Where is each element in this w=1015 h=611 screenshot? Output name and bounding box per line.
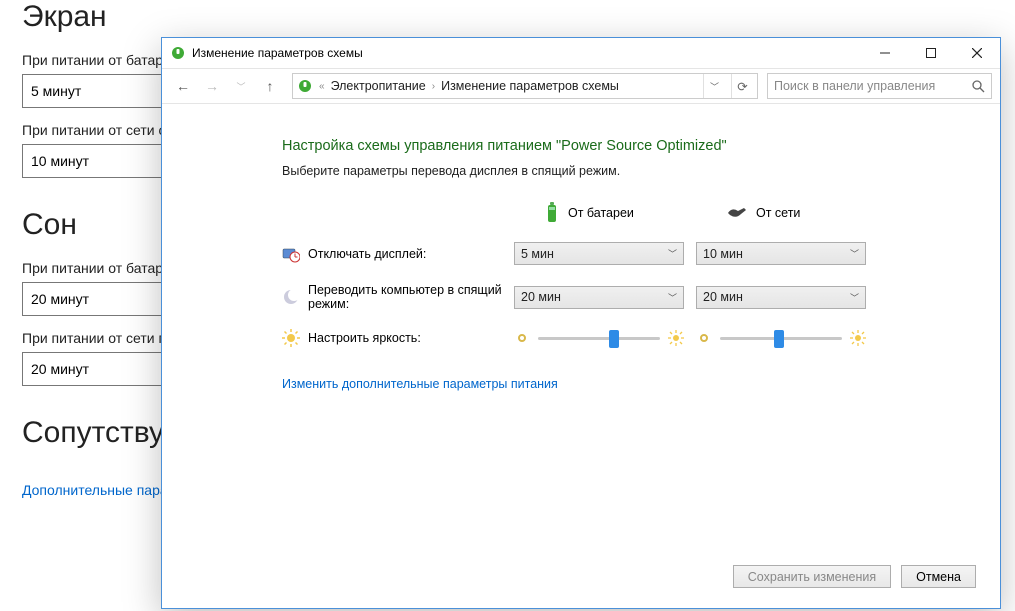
edit-plan-window: Изменение параметров схемы ← → ﹀ ↑ « Эле… bbox=[161, 37, 1001, 609]
sun-dim-icon bbox=[696, 330, 712, 346]
navbar: ← → ﹀ ↑ « Электропитание › Изменение пар… bbox=[162, 68, 1000, 104]
forward-button[interactable]: → bbox=[199, 73, 225, 99]
sun-icon bbox=[282, 329, 300, 347]
content-area: Настройка схемы управления питанием "Pow… bbox=[162, 104, 1000, 608]
chevron-down-icon: ﹀ bbox=[850, 247, 859, 260]
sleep-battery-value: 20 минут bbox=[31, 291, 89, 307]
minimize-button[interactable] bbox=[862, 38, 908, 68]
moon-icon bbox=[282, 288, 300, 306]
window-title: Изменение параметров схемы bbox=[192, 46, 363, 60]
brightness-ac-slider[interactable] bbox=[696, 330, 866, 346]
row-label-display: Отключать дисплей: bbox=[282, 245, 502, 263]
breadcrumb-root[interactable]: Электропитание bbox=[331, 79, 426, 93]
close-button[interactable] bbox=[954, 38, 1000, 68]
address-dropdown-button[interactable]: ﹀ bbox=[703, 74, 725, 98]
breadcrumb-sep: › bbox=[432, 81, 435, 92]
plan-heading: Настройка схемы управления питанием "Pow… bbox=[282, 138, 980, 154]
screen-ac-value: 10 минут bbox=[31, 153, 89, 169]
column-header-ac: От сети bbox=[696, 205, 866, 221]
power-options-icon bbox=[170, 45, 186, 61]
save-button[interactable]: Сохранить изменения bbox=[733, 565, 891, 588]
monitor-clock-icon bbox=[282, 245, 300, 263]
plug-icon bbox=[726, 205, 748, 221]
chevron-down-icon: ﹀ bbox=[668, 291, 677, 304]
sleep-ac-value: 20 минут bbox=[31, 361, 89, 377]
breadcrumb-current[interactable]: Изменение параметров схемы bbox=[441, 79, 619, 93]
search-placeholder: Поиск в панели управления bbox=[774, 79, 935, 93]
sleep-battery-combo[interactable]: 20 мин﹀ bbox=[514, 286, 684, 309]
cancel-button[interactable]: Отмена bbox=[901, 565, 976, 588]
battery-icon bbox=[544, 202, 560, 224]
column-header-battery: От батареи bbox=[514, 202, 684, 224]
chevron-down-icon: ﹀ bbox=[668, 247, 677, 260]
breadcrumb-root-sep: « bbox=[319, 81, 325, 92]
display-battery-combo[interactable]: 5 мин﹀ bbox=[514, 242, 684, 265]
up-button[interactable]: ↑ bbox=[257, 73, 283, 99]
search-icon bbox=[972, 80, 985, 93]
recent-button[interactable]: ﹀ bbox=[228, 73, 254, 99]
sun-bright-icon bbox=[668, 330, 684, 346]
display-ac-combo[interactable]: 10 мин﹀ bbox=[696, 242, 866, 265]
sleep-ac-combo[interactable]: 20 мин﹀ bbox=[696, 286, 866, 309]
search-box[interactable]: Поиск в панели управления bbox=[767, 73, 992, 99]
titlebar: Изменение параметров схемы bbox=[162, 38, 1000, 68]
sun-dim-icon bbox=[514, 330, 530, 346]
sun-bright-icon bbox=[850, 330, 866, 346]
brightness-battery-slider[interactable] bbox=[514, 330, 684, 346]
plan-subtext: Выберите параметры перевода дисплея в сп… bbox=[282, 164, 980, 178]
section-heading-screen: Экран bbox=[22, 0, 993, 34]
back-button[interactable]: ← bbox=[170, 73, 196, 99]
maximize-button[interactable] bbox=[908, 38, 954, 68]
chevron-down-icon: ﹀ bbox=[850, 291, 859, 304]
screen-battery-value: 5 минут bbox=[31, 83, 81, 99]
row-label-brightness: Настроить яркость: bbox=[282, 329, 502, 347]
power-options-icon bbox=[297, 78, 313, 94]
address-bar[interactable]: « Электропитание › Изменение параметров … bbox=[292, 73, 758, 99]
row-label-sleep: Переводить компьютер в спящий режим: bbox=[282, 283, 502, 311]
refresh-button[interactable]: ⟳ bbox=[731, 74, 753, 98]
advanced-settings-link[interactable]: Изменить дополнительные параметры питани… bbox=[282, 377, 558, 391]
